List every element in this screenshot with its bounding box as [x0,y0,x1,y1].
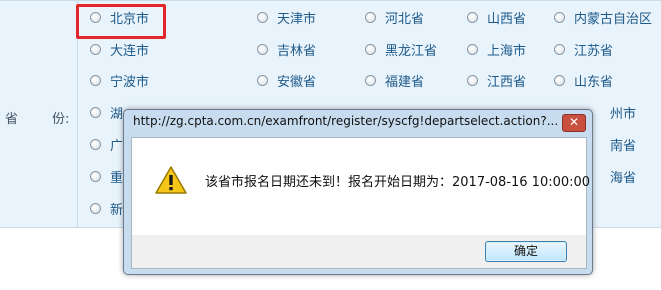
province-option[interactable]: 安徽省 [257,71,317,90]
radio-button[interactable] [365,43,376,55]
province-option[interactable]: 内蒙古自治区 [554,8,653,27]
province-option-label: 江苏省 [574,43,614,59]
radio-button[interactable] [257,11,268,23]
province-option-label: 海省 [610,170,637,186]
province-option[interactable]: 宁波市 [90,71,150,90]
province-option-label: 福建省 [385,74,425,90]
radio-button[interactable] [90,202,101,214]
province-option[interactable]: 州市 [610,103,637,122]
dialog-footer: 确定 [131,235,587,269]
province-option-label: 广 [110,138,124,154]
province-option-label: 安徽省 [277,74,317,90]
province-label-left: 省 [5,112,19,127]
province-option[interactable]: 河北省 [365,8,425,27]
warning-icon [155,166,187,194]
province-option-label: 上海市 [487,43,527,59]
radio-button[interactable] [365,11,376,23]
radio-button[interactable] [365,74,376,86]
province-option-label: 重 [110,170,124,186]
province-option-label: 山东省 [574,74,614,90]
province-option-label: 黑龙江省 [385,43,438,59]
radio-button[interactable] [90,138,101,150]
province-option-label: 湖 [110,106,124,122]
ok-button[interactable]: 确定 [485,241,567,262]
alert-dialog: http://zg.cpta.com.cn/examfront/register… [123,109,593,275]
province-option[interactable]: 上海市 [467,40,527,59]
dialog-body: 该省市报名日期还未到！报名开始日期为：2017-08-16 10:00:00 [131,137,591,237]
province-option-label: 新 [110,202,124,218]
province-option[interactable]: 江西省 [467,71,527,90]
province-option-label: 河北省 [385,11,425,27]
radio-button[interactable] [90,170,101,182]
province-option-label: 南省 [610,138,637,154]
province-option[interactable]: 重 [90,167,124,186]
selection-highlight-box [76,4,166,39]
province-option[interactable]: 江苏省 [554,40,614,59]
radio-button[interactable] [554,74,565,86]
radio-button[interactable] [90,43,101,55]
province-option[interactable]: 湖 [90,103,124,122]
radio-button[interactable] [90,74,101,86]
province-option[interactable]: 天津市 [257,8,317,27]
dialog-message: 该省市报名日期还未到！报名开始日期为：2017-08-16 10:00:00 [205,175,591,190]
province-option[interactable]: 黑龙江省 [365,40,438,59]
radio-button[interactable] [90,106,101,118]
province-option-label: 内蒙古自治区 [574,11,653,27]
province-option[interactable]: 福建省 [365,71,425,90]
radio-button[interactable] [554,43,565,55]
province-option[interactable]: 吉林省 [257,40,317,59]
radio-button[interactable] [467,74,478,86]
province-option-label: 宁波市 [110,74,150,90]
province-option[interactable]: 山东省 [554,71,614,90]
radio-button[interactable] [257,43,268,55]
province-option-label: 大连市 [110,43,150,59]
province-option-label: 吉林省 [277,43,317,59]
radio-button[interactable] [554,11,565,23]
province-option[interactable]: 新 [90,199,124,218]
province-label-right: 份: [52,112,70,127]
province-option-label: 州市 [610,106,637,122]
province-option[interactable]: 山西省 [467,8,527,27]
radio-button[interactable] [467,11,478,23]
radio-button[interactable] [467,43,478,55]
province-option[interactable]: 南省 [610,135,637,154]
radio-button[interactable] [257,74,268,86]
province-option-label: 山西省 [487,11,527,27]
province-option-label: 江西省 [487,74,527,90]
dialog-close-button[interactable]: ✕ [562,114,586,132]
province-option-label: 天津市 [277,11,317,27]
province-option[interactable]: 海省 [610,167,637,186]
dialog-title: http://zg.cpta.com.cn/examfront/register… [133,114,559,128]
province-option[interactable]: 广 [90,135,124,154]
province-option[interactable]: 大连市 [90,40,150,59]
